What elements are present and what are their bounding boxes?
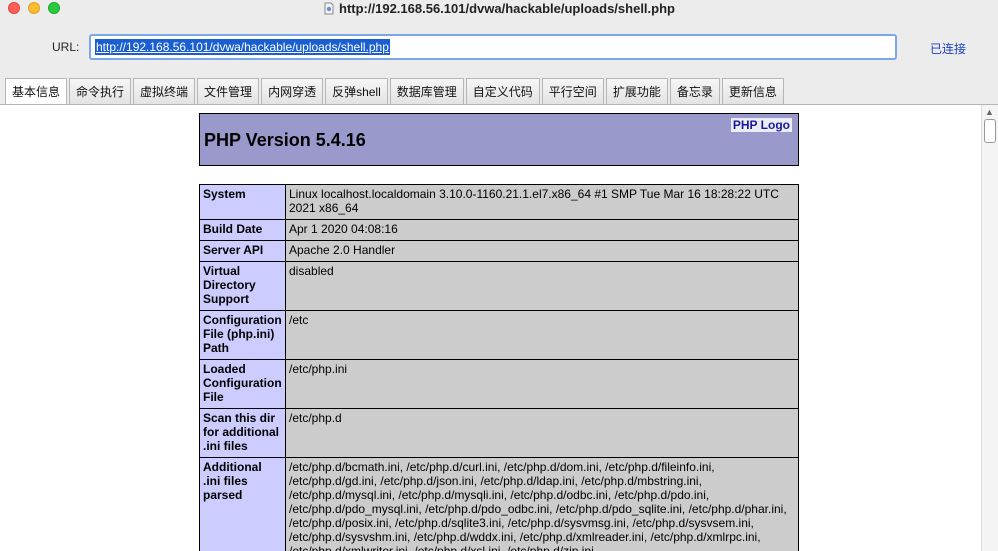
table-row: System Linux localhost.localdomain 3.10.…: [199, 184, 799, 220]
tab-extensions[interactable]: 扩展功能: [605, 78, 668, 104]
connection-status: 已连接: [930, 42, 967, 56]
table-row: Additional .ini files parsed /etc/php.d/…: [199, 457, 799, 551]
table-row: Virtual Directory Support disabled: [199, 261, 799, 311]
document-icon: [323, 2, 335, 19]
row-value: Linux localhost.localdomain 3.10.0-1160.…: [285, 184, 799, 220]
scroll-thumb[interactable]: [984, 119, 996, 143]
vertical-scrollbar[interactable]: ▲: [981, 105, 998, 551]
row-key: Scan this dir for additional .ini files: [199, 408, 286, 458]
tab-bar: 基本信息 命令执行 虚拟终端 文件管理 内网穿透 反弹shell 数据库管理 自…: [5, 78, 786, 105]
row-value: /etc/php.ini: [285, 359, 799, 409]
row-value: /etc: [285, 310, 799, 360]
tab-database-manager[interactable]: 数据库管理: [389, 78, 464, 104]
row-key: Server API: [199, 240, 286, 262]
row-value: Apache 2.0 Handler: [285, 240, 799, 262]
tab-memo[interactable]: 备忘录: [669, 78, 720, 104]
table-row: Server API Apache 2.0 Handler: [199, 240, 799, 262]
table-row: Build Date Apr 1 2020 04:08:16: [199, 219, 799, 241]
tab-file-manager[interactable]: 文件管理: [197, 78, 260, 104]
phpinfo-table: System Linux localhost.localdomain 3.10.…: [199, 184, 799, 551]
row-key: Virtual Directory Support: [199, 261, 286, 311]
phpinfo-panel: PHP Version 5.4.16 PHP Logo System Linux…: [0, 105, 998, 551]
tab-reverse-shell[interactable]: 反弹shell: [325, 78, 388, 104]
tab-command-exec[interactable]: 命令执行: [69, 78, 132, 104]
table-row: Configuration File (php.ini) Path /etc: [199, 310, 799, 360]
row-value: /etc/php.d: [285, 408, 799, 458]
row-key: Build Date: [199, 219, 286, 241]
tab-basic-info[interactable]: 基本信息: [5, 78, 68, 105]
php-logo: PHP Logo: [730, 118, 792, 132]
row-value: disabled: [285, 261, 799, 311]
title-bar: http://192.168.56.101/dvwa/hackable/uplo…: [0, 0, 998, 18]
table-row: Loaded Configuration File /etc/php.ini: [199, 359, 799, 409]
url-input[interactable]: http://192.168.56.101/dvwa/hackable/uplo…: [89, 34, 897, 60]
tab-update-info[interactable]: 更新信息: [721, 78, 784, 104]
tab-intranet-tunnel[interactable]: 内网穿透: [261, 78, 324, 104]
table-row: Scan this dir for additional .ini files …: [199, 408, 799, 458]
scroll-up-arrow-icon[interactable]: ▲: [985, 107, 994, 117]
row-key: System: [199, 184, 286, 220]
php-version-title: PHP Version 5.4.16: [204, 130, 366, 150]
tab-parallel-space[interactable]: 平行空间: [541, 78, 604, 104]
window-title: http://192.168.56.101/dvwa/hackable/uplo…: [339, 1, 675, 16]
url-toolbar: URL: http://192.168.56.101/dvwa/hackable…: [0, 18, 998, 76]
row-value: Apr 1 2020 04:08:16: [285, 219, 799, 241]
row-key: Loaded Configuration File: [199, 359, 286, 409]
php-version-header: PHP Version 5.4.16 PHP Logo: [199, 113, 799, 166]
row-key: Additional .ini files parsed: [199, 457, 286, 551]
tab-custom-code[interactable]: 自定义代码: [465, 78, 540, 104]
app-window: http://192.168.56.101/dvwa/hackable/uplo…: [0, 0, 998, 551]
tab-virtual-terminal[interactable]: 虚拟终端: [133, 78, 196, 104]
row-key: Configuration File (php.ini) Path: [199, 310, 286, 360]
window-title-area: http://192.168.56.101/dvwa/hackable/uplo…: [0, 0, 998, 18]
url-label: URL:: [52, 40, 80, 54]
url-input-value[interactable]: http://192.168.56.101/dvwa/hackable/uplo…: [95, 39, 390, 55]
row-value: /etc/php.d/bcmath.ini, /etc/php.d/curl.i…: [285, 457, 799, 551]
